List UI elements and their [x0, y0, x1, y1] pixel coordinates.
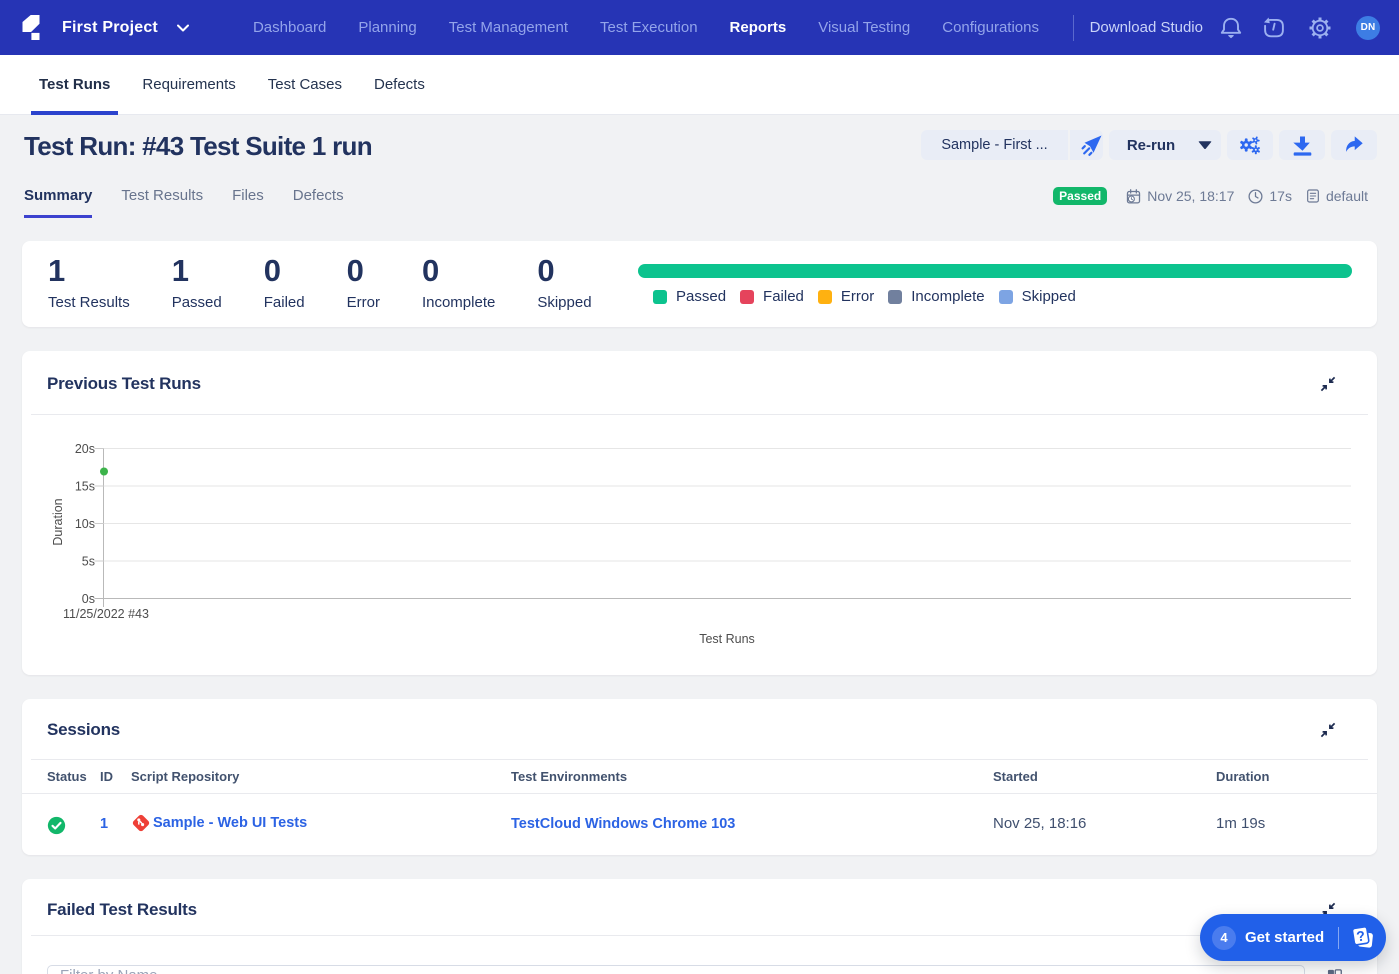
svg-text:Test Runs: Test Runs — [699, 632, 755, 646]
svg-text:15s: 15s — [75, 480, 95, 494]
svg-text:5s: 5s — [82, 555, 95, 569]
svg-text:10s: 10s — [75, 517, 95, 531]
svg-text:20s: 20s — [75, 442, 95, 456]
svg-text:11/25/2022 #43: 11/25/2022 #43 — [63, 607, 149, 621]
svg-text:0s: 0s — [82, 592, 95, 606]
svg-text:Duration: Duration — [51, 498, 65, 545]
